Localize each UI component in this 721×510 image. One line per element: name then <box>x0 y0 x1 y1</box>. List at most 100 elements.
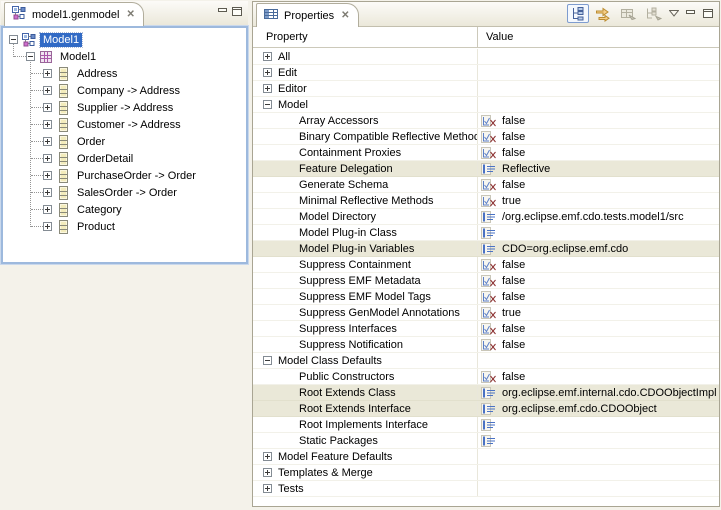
column-header-property[interactable]: Property <box>253 31 477 43</box>
property-row[interactable]: Model Plug-in Variables CDO=org.eclipse.… <box>253 241 719 257</box>
expand-toggle-icon[interactable] <box>263 100 272 109</box>
property-row[interactable]: Root Implements Interface <box>253 417 719 433</box>
tree-item[interactable]: Model1 <box>3 48 246 65</box>
show-categories-icon[interactable] <box>567 4 589 23</box>
property-value-cell[interactable]: false <box>477 369 719 384</box>
expand-toggle-icon[interactable] <box>263 68 272 77</box>
property-value-cell[interactable] <box>477 225 719 240</box>
expand-toggle-icon[interactable] <box>26 52 35 61</box>
expand-toggle-icon[interactable] <box>43 103 52 112</box>
property-value-cell[interactable]: Reflective <box>477 161 719 176</box>
property-row[interactable]: Public Constructors false <box>253 369 719 385</box>
property-value-cell[interactable]: false <box>477 145 719 160</box>
property-row[interactable]: Editor <box>253 81 719 97</box>
property-row[interactable]: Containment Proxies false <box>253 145 719 161</box>
property-value-cell[interactable]: CDO=org.eclipse.emf.cdo <box>477 241 719 256</box>
property-value-cell[interactable]: true <box>477 193 719 208</box>
expand-toggle-icon[interactable] <box>43 69 52 78</box>
close-icon[interactable]: ✕ <box>126 9 134 20</box>
property-row[interactable]: Static Packages <box>253 433 719 449</box>
close-icon[interactable]: ✕ <box>341 10 349 21</box>
property-row[interactable]: Tests <box>253 481 719 497</box>
property-value-cell[interactable] <box>477 49 719 64</box>
expand-toggle-icon[interactable] <box>43 120 52 129</box>
expand-toggle-icon[interactable] <box>263 452 272 461</box>
property-row[interactable]: All <box>253 49 719 65</box>
maximize-icon[interactable] <box>701 4 715 23</box>
expand-toggle-icon[interactable] <box>43 86 52 95</box>
expand-toggle-icon[interactable] <box>43 137 52 146</box>
property-row[interactable]: Model <box>253 97 719 113</box>
property-value-cell[interactable]: org.eclipse.emf.cdo.CDOObject <box>477 401 719 416</box>
property-value-cell[interactable] <box>477 81 719 96</box>
properties-tab[interactable]: Properties ✕ <box>256 3 359 27</box>
property-value-cell[interactable]: org.eclipse.emf.internal.cdo.CDOObjectIm… <box>477 385 719 400</box>
property-value-cell[interactable]: true <box>477 305 719 320</box>
property-value-cell[interactable]: false <box>477 129 719 144</box>
property-row[interactable]: Suppress EMF Model Tags false <box>253 289 719 305</box>
tree-item[interactable]: Product <box>3 218 246 235</box>
expand-toggle-icon[interactable] <box>43 205 52 214</box>
minimize-icon[interactable] <box>218 7 228 19</box>
maximize-icon[interactable] <box>232 7 242 19</box>
property-row[interactable]: Model Directory /org.eclipse.emf.cdo.tes… <box>253 209 719 225</box>
expand-toggle-icon[interactable] <box>263 84 272 93</box>
tree-item[interactable]: PurchaseOrder -> Order <box>3 167 246 184</box>
tree-item[interactable]: Supplier -> Address <box>3 99 246 116</box>
expand-toggle-icon[interactable] <box>263 484 272 493</box>
tree-item[interactable]: Category <box>3 201 246 218</box>
property-row[interactable]: Array Accessors false <box>253 113 719 129</box>
tree-item[interactable]: SalesOrder -> Order <box>3 184 246 201</box>
property-row[interactable]: Binary Compatible Reflective Methods fal… <box>253 129 719 145</box>
restore-default-value-icon[interactable] <box>617 4 639 23</box>
pin-to-selection-icon[interactable] <box>642 4 664 23</box>
property-row[interactable]: Suppress GenModel Annotations true <box>253 305 719 321</box>
property-row[interactable]: Suppress Notification false <box>253 337 719 353</box>
property-value-cell[interactable] <box>477 433 719 448</box>
show-advanced-properties-icon[interactable] <box>592 4 614 23</box>
property-value-cell[interactable] <box>477 353 719 368</box>
expand-toggle-icon[interactable] <box>43 188 52 197</box>
property-row[interactable]: Feature Delegation Reflective <box>253 161 719 177</box>
tree-item[interactable]: Customer -> Address <box>3 116 246 133</box>
property-row[interactable]: Model Plug-in Class <box>253 225 719 241</box>
property-value-cell[interactable] <box>477 97 719 112</box>
property-value-cell[interactable]: false <box>477 257 719 272</box>
expand-toggle-icon[interactable] <box>9 35 18 44</box>
property-value-cell[interactable]: false <box>477 321 719 336</box>
column-header-value[interactable]: Value <box>477 27 719 47</box>
property-row[interactable]: Suppress EMF Metadata false <box>253 273 719 289</box>
tree-item[interactable]: Company -> Address <box>3 82 246 99</box>
tree-item[interactable]: Order <box>3 133 246 150</box>
property-row[interactable]: Suppress Interfaces false <box>253 321 719 337</box>
expand-toggle-icon[interactable] <box>43 171 52 180</box>
expand-toggle-icon[interactable] <box>263 468 272 477</box>
expand-toggle-icon[interactable] <box>263 52 272 61</box>
property-value-cell[interactable]: false <box>477 113 719 128</box>
property-value-cell[interactable]: false <box>477 177 719 192</box>
property-row[interactable]: Suppress Containment false <box>253 257 719 273</box>
property-value-cell[interactable] <box>477 417 719 432</box>
property-value-cell[interactable]: false <box>477 273 719 288</box>
expand-toggle-icon[interactable] <box>43 222 52 231</box>
tree-item[interactable]: Model1 <box>3 31 246 48</box>
property-row[interactable]: Minimal Reflective Methods true <box>253 193 719 209</box>
property-row[interactable]: Generate Schema false <box>253 177 719 193</box>
tree-item[interactable]: OrderDetail <box>3 150 246 167</box>
expand-toggle-icon[interactable] <box>43 154 52 163</box>
property-value-cell[interactable]: false <box>477 337 719 352</box>
property-value-cell[interactable] <box>477 449 719 464</box>
property-value-cell[interactable] <box>477 465 719 480</box>
property-row[interactable]: Root Extends Interface org.eclipse.emf.c… <box>253 401 719 417</box>
view-menu-icon[interactable] <box>667 4 681 23</box>
property-row[interactable]: Model Feature Defaults <box>253 449 719 465</box>
property-value-cell[interactable] <box>477 481 719 496</box>
expand-toggle-icon[interactable] <box>263 356 272 365</box>
property-value-cell[interactable] <box>477 65 719 80</box>
property-row[interactable]: Root Extends Class org.eclipse.emf.inter… <box>253 385 719 401</box>
editor-tab-model1-genmodel[interactable]: model1.genmodel ✕ <box>4 2 144 26</box>
property-row[interactable]: Model Class Defaults <box>253 353 719 369</box>
tree-item[interactable]: Address <box>3 65 246 82</box>
property-value-cell[interactable]: /org.eclipse.emf.cdo.tests.model1/src <box>477 209 719 224</box>
property-row[interactable]: Edit <box>253 65 719 81</box>
